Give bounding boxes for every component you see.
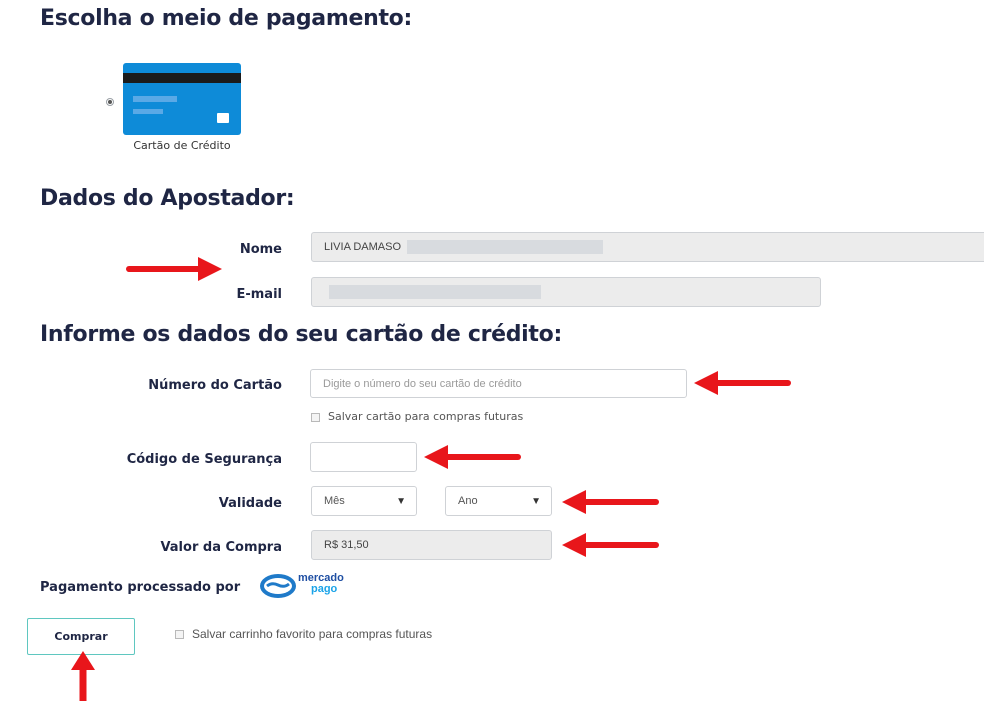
- card-number-input[interactable]: Digite o número do seu cartão de crédito: [310, 369, 687, 398]
- year-select[interactable]: Ano ▼: [445, 486, 552, 516]
- logo-line2: pago: [311, 583, 338, 595]
- card-number-placeholder: Digite o número do seu cartão de crédito: [323, 377, 522, 390]
- security-code-input[interactable]: [310, 442, 417, 472]
- email-redaction: [329, 285, 541, 299]
- handshake-icon: [260, 574, 296, 598]
- payment-method-title: Escolha o meio de pagamento:: [40, 6, 412, 31]
- save-card-checkbox[interactable]: [311, 413, 320, 422]
- mercado-pago-logo: mercado pago: [258, 572, 358, 602]
- processor-label: Pagamento processado por: [40, 580, 241, 595]
- red-arrow-left-icon: [562, 490, 659, 514]
- year-value: Ano: [458, 495, 478, 507]
- card-data-title: Informe os dados do seu cartão de crédit…: [40, 322, 562, 347]
- credit-card-radio[interactable]: [106, 98, 114, 106]
- red-arrow-left-icon: [694, 371, 791, 395]
- month-value: Mês: [324, 495, 345, 507]
- email-field[interactable]: [311, 277, 821, 307]
- validity-label: Validade: [218, 496, 282, 511]
- credit-card-icon[interactable]: [123, 63, 241, 135]
- save-card-label: Salvar cartão para compras futuras: [328, 410, 524, 423]
- email-label: E-mail: [236, 287, 282, 302]
- purchase-value-field: R$ 31,50: [311, 530, 552, 560]
- month-select[interactable]: Mês ▼: [311, 486, 417, 516]
- bettor-data-title: Dados do Apostador:: [40, 186, 295, 211]
- dropdown-caret-icon: ▼: [531, 495, 541, 507]
- name-field[interactable]: LIVIA DAMASO: [311, 232, 984, 262]
- save-cart-checkbox[interactable]: [175, 630, 184, 639]
- security-code-label: Código de Segurança: [126, 452, 282, 467]
- purchase-value: R$ 31,50: [324, 539, 369, 551]
- name-value: LIVIA DAMASO: [324, 241, 402, 253]
- red-arrow-up-icon: [71, 651, 95, 701]
- purchase-value-label: Valor da Compra: [160, 540, 282, 555]
- red-arrow-left-icon: [562, 533, 659, 557]
- card-number-label: Número do Cartão: [148, 378, 282, 393]
- dropdown-caret-icon: ▼: [396, 495, 406, 507]
- red-arrow-left-icon: [424, 445, 521, 469]
- name-redaction: [407, 240, 604, 254]
- red-arrow-right-icon: [126, 257, 222, 281]
- save-cart-label: Salvar carrinho favorito para compras fu…: [192, 627, 433, 641]
- credit-card-option-label: Cartão de Crédito: [133, 139, 231, 152]
